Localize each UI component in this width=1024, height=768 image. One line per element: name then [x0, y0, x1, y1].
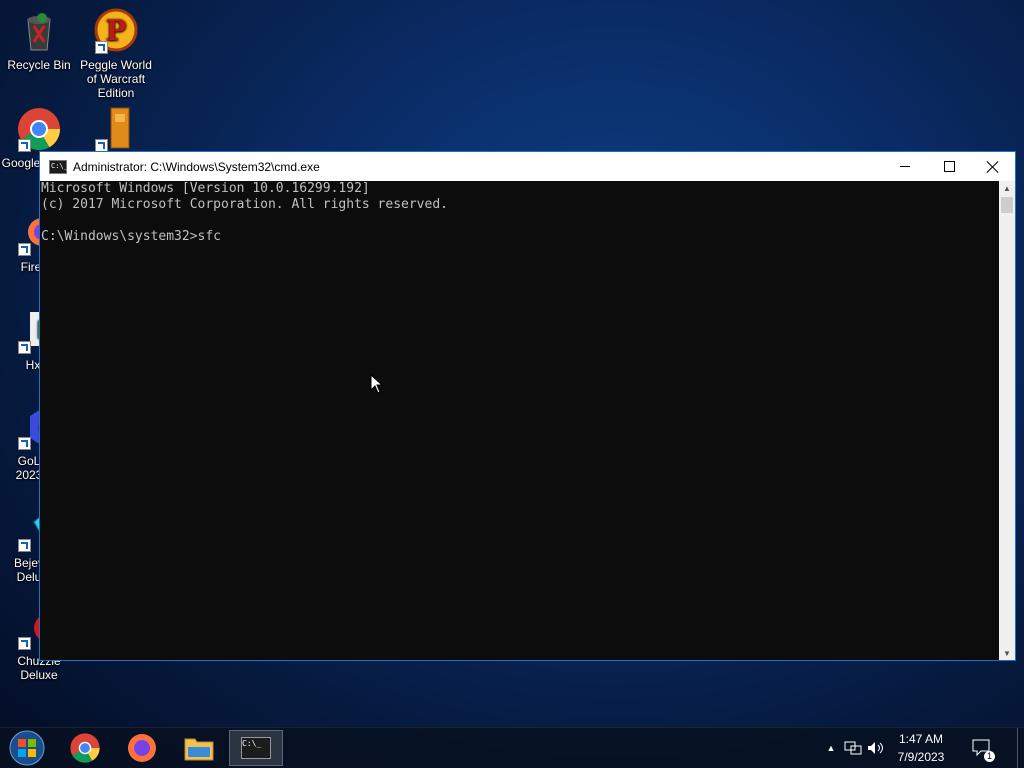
shortcut-arrow-icon — [18, 437, 31, 450]
desktop-icon-label: Peggle World of Warcraft Edition — [80, 58, 152, 100]
close-button[interactable] — [971, 152, 1015, 181]
scroll-up-arrow-icon[interactable]: ▲ — [999, 181, 1015, 195]
cmd-app-icon: C:\_ — [241, 737, 271, 759]
peggle-icon: P — [93, 8, 139, 54]
action-center-button[interactable]: 1 — [970, 728, 995, 768]
close-icon — [987, 161, 999, 173]
folder-icon — [184, 738, 214, 761]
shortcut-arrow-icon — [18, 243, 31, 256]
console-output[interactable]: Microsoft Windows [Version 10.0.16299.19… — [40, 181, 999, 660]
clock-date: 7/9/2023 — [897, 750, 945, 764]
taskbar-chrome[interactable] — [58, 728, 112, 768]
scrollbar-thumb[interactable] — [1001, 197, 1013, 213]
maximize-icon — [943, 161, 955, 172]
chrome-icon — [70, 733, 100, 763]
shortcut-arrow-icon — [18, 637, 31, 650]
desktop-icon-label: Google — [1, 156, 41, 170]
svg-text:P: P — [105, 14, 126, 47]
shortcut-arrow-icon — [95, 41, 108, 54]
maximize-button[interactable] — [927, 152, 971, 181]
clock-time: 1:47 AM — [898, 732, 944, 746]
console-line: Microsoft Windows [Version 10.0.16299.19… — [41, 181, 370, 196]
show-hidden-icons-button[interactable]: ▲ — [824, 728, 838, 768]
windows-start-icon — [9, 730, 45, 766]
shortcut-arrow-icon — [18, 539, 31, 552]
window-titlebar[interactable]: C:\_ Administrator: C:\Windows\System32\… — [40, 152, 1015, 181]
recycle-bin-icon — [16, 8, 62, 54]
shortcut-arrow-icon — [18, 341, 31, 354]
firefox-icon — [128, 734, 156, 762]
cmd-window[interactable]: C:\_ Administrator: C:\Windows\System32\… — [39, 151, 1016, 661]
console-line: (c) 2017 Microsoft Corporation. All righ… — [41, 197, 448, 212]
network-icon[interactable] — [842, 728, 864, 768]
taskbar-file-explorer[interactable] — [172, 728, 226, 768]
scroll-down-arrow-icon[interactable]: ▼ — [999, 646, 1015, 660]
window-title: Administrator: C:\Windows\System32\cmd.e… — [73, 159, 320, 174]
cmd-app-icon: C:\_ — [49, 159, 68, 174]
vertical-scrollbar[interactable]: ▲ ▼ — [999, 181, 1015, 660]
show-desktop-button[interactable] — [1017, 728, 1024, 768]
taskbar-clock[interactable]: 1:47 AM 7/9/2023 — [886, 730, 956, 766]
taskbar-firefox[interactable] — [115, 728, 169, 768]
console-prompt-line: C:\Windows\system32>sfc — [41, 229, 222, 244]
mouse-cursor-icon — [370, 374, 384, 394]
minimize-button[interactable] — [883, 152, 927, 181]
minimize-icon — [900, 166, 910, 167]
desktop-icon-recycle-bin[interactable]: Recycle Bin — [0, 8, 78, 72]
desktop-icon-peggle[interactable]: P Peggle World of Warcraft Edition — [77, 8, 155, 100]
start-button[interactable] — [0, 728, 54, 768]
shortcut-arrow-icon — [18, 139, 31, 152]
desktop-icon-game[interactable] — [77, 106, 155, 156]
notification-count: 1 — [984, 751, 995, 762]
taskbar: C:\_ ▲ 1:47 AM 7/9/2023 1 — [0, 727, 1024, 768]
volume-icon[interactable] — [866, 728, 886, 768]
desktop-icon-label: Recycle Bin — [7, 58, 71, 72]
game-block-icon — [93, 106, 139, 152]
taskbar-command-prompt[interactable]: C:\_ — [229, 730, 283, 766]
chrome-icon — [16, 106, 62, 152]
